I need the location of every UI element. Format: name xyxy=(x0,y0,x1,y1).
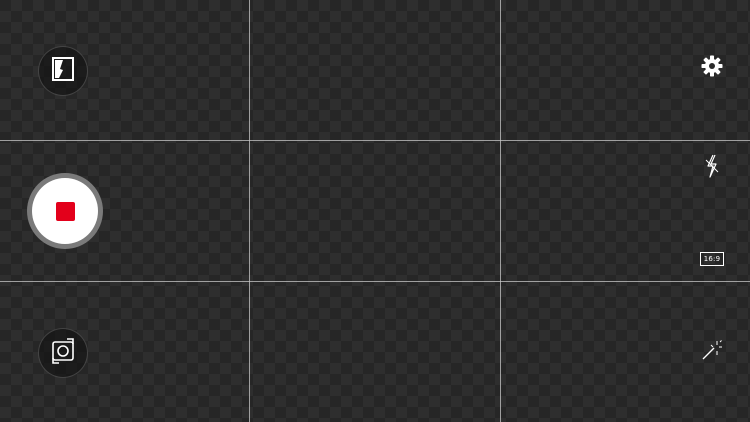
grid-line-horizontal xyxy=(0,281,750,282)
gallery-button[interactable] xyxy=(38,46,88,96)
flash-off-icon xyxy=(704,154,720,182)
record-button-face xyxy=(32,178,98,244)
stop-icon xyxy=(55,201,75,221)
record-stop-button[interactable] xyxy=(27,173,103,249)
camera-viewfinder[interactable] xyxy=(0,0,750,422)
magic-wand-icon xyxy=(701,339,723,365)
gear-icon xyxy=(701,55,723,81)
effects-button[interactable] xyxy=(700,340,724,364)
grid-line-horizontal xyxy=(0,140,750,141)
settings-button[interactable] xyxy=(698,54,726,82)
aspect-ratio-button[interactable]: 16:9 xyxy=(698,249,726,269)
aspect-ratio-icon: 16:9 xyxy=(700,252,724,266)
gallery-icon xyxy=(51,56,75,86)
aspect-ratio-label: 16:9 xyxy=(703,254,721,263)
switch-camera-icon xyxy=(49,337,77,369)
switch-camera-button[interactable] xyxy=(38,328,88,378)
grid-line-vertical xyxy=(500,0,501,422)
grid-line-vertical xyxy=(249,0,250,422)
flash-toggle-button[interactable] xyxy=(700,154,724,182)
